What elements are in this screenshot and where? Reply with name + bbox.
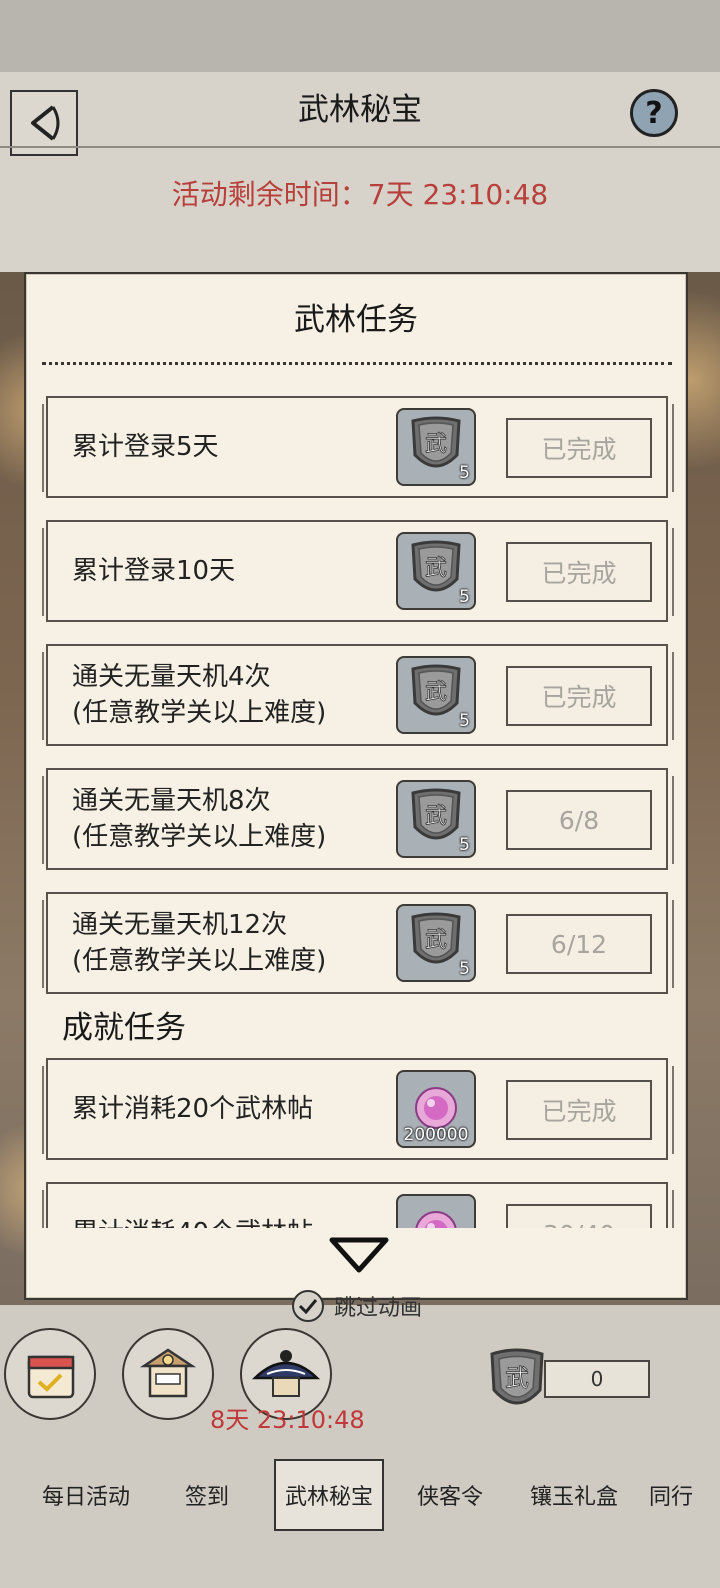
skip-animation-toggle[interactable]: 跳过动画 [292, 1290, 422, 1322]
task-row: 通关无量天机12次 (任意教学关以上难度) 武 5 6/12 [42, 892, 674, 994]
calendar-button[interactable] [4, 1328, 96, 1420]
task-description: 通关无量天机12次 (任意教学关以上难度) [72, 894, 326, 992]
tab-sign-in[interactable]: 签到 [152, 1459, 262, 1531]
task-description: 累计登录10天 [72, 522, 235, 620]
shop-button[interactable] [122, 1328, 214, 1420]
top-status-area [0, 0, 720, 72]
task-row: 累计消耗20个武林帖 200000 已完成 [42, 1058, 674, 1160]
reward-item[interactable]: 武 5 [396, 656, 476, 734]
task-panel: 武林任务 累计登录5天 武 5 已完成 累计登录10天 武 5 已完成 通关无量… [24, 272, 688, 1300]
task-line2: (任意教学关以上难度) [72, 822, 327, 852]
svg-text:武: 武 [425, 927, 447, 952]
bottom-tab-bar: 每日活动 签到 武林秘宝 侠客令 镶玉礼盒 同行 [0, 1437, 720, 1588]
task-description: 累计登录5天 [72, 398, 219, 496]
event-countdown: 活动剩余时间：7天 23:10:48 [171, 178, 549, 211]
task-status-button[interactable]: 已完成 [506, 1080, 652, 1140]
reward-count: 200000 [403, 1125, 469, 1145]
task-description: 通关无量天机8次 (任意教学关以上难度) [72, 770, 326, 868]
task-line2: (任意教学关以上难度) [72, 946, 327, 976]
task-description: 通关无量天机4次 (任意教学关以上难度) [72, 646, 326, 744]
shop-timer: 8天 23:10:48 [210, 1406, 365, 1434]
svg-text:武: 武 [425, 803, 447, 828]
task-row: 通关无量天机8次 (任意教学关以上难度) 武 5 6/8 [42, 768, 674, 870]
calendar-icon [27, 1355, 75, 1399]
svg-text:武: 武 [425, 679, 447, 704]
wu-shield-icon: 武 [411, 540, 461, 592]
reward-count: 5 [459, 835, 470, 855]
task-line1: 累计登录10天 [72, 556, 236, 586]
task-description: 累计消耗20个武林帖 [72, 1060, 313, 1158]
task-line1: 通关无量天机8次 [72, 786, 271, 816]
task-line1: 累计登录5天 [72, 432, 219, 462]
reward-item[interactable]: 武 5 [396, 408, 476, 486]
pink-orb-icon [415, 1211, 457, 1228]
task-status-button[interactable]: 已完成 [506, 666, 652, 726]
reward-count: 5 [459, 711, 470, 731]
reward-item[interactable]: 武 5 [396, 532, 476, 610]
task-progress[interactable]: 6/12 [506, 914, 652, 974]
tab-jade-gift-box[interactable]: 镶玉礼盒 [516, 1459, 632, 1531]
tab-xiake-token[interactable]: 侠客令 [394, 1459, 506, 1531]
dotted-divider [42, 362, 672, 365]
task-line1: 累计消耗20个武林帖 [72, 1094, 314, 1124]
tab-companion[interactable]: 同行 [636, 1459, 706, 1531]
help-button[interactable]: ? [630, 89, 678, 137]
task-description: 累计消耗40个武林帖 [72, 1184, 313, 1228]
svg-text:武: 武 [425, 431, 447, 456]
wu-shield-icon: 武 [411, 912, 461, 964]
task-status-button[interactable]: 已完成 [506, 542, 652, 602]
section-title: 成就任务 [62, 1010, 186, 1046]
tab-wulin-treasure[interactable]: 武林秘宝 [274, 1459, 384, 1531]
task-line2: (任意教学关以上难度) [72, 698, 327, 728]
task-progress[interactable]: 30/40 [506, 1204, 652, 1228]
wu-shield-icon: 武 [411, 788, 461, 840]
reward-item[interactable]: 200000 [396, 1070, 476, 1148]
task-line1: 累计消耗40个武林帖 [72, 1215, 313, 1228]
panel-title: 武林任务 [294, 302, 418, 338]
task-status-button[interactable]: 已完成 [506, 418, 652, 478]
reward-item[interactable] [396, 1194, 476, 1228]
task-row: 通关无量天机4次 (任意教学关以上难度) 武 5 已完成 [42, 644, 674, 746]
tab-daily-activity[interactable]: 每日活动 [20, 1459, 152, 1531]
svg-text:武: 武 [425, 555, 447, 580]
skip-animation-label: 跳过动画 [334, 1296, 423, 1321]
reward-count: 5 [459, 463, 470, 483]
task-row: 累计消耗40个武林帖 30/40 [42, 1182, 674, 1228]
task-line1: 通关无量天机4次 [72, 662, 271, 692]
header-divider [0, 146, 720, 148]
reward-count: 5 [459, 587, 470, 607]
swordsman-hat-icon [251, 1350, 321, 1397]
task-progress[interactable]: 6/8 [506, 790, 652, 850]
wu-shield-icon: 武 [411, 416, 461, 468]
reward-item[interactable]: 武 5 [396, 780, 476, 858]
wu-shield-icon: 武 [490, 1348, 544, 1405]
page-title: 武林秘宝 [298, 92, 422, 128]
checkmark-icon[interactable] [292, 1290, 324, 1322]
svg-text:武: 武 [505, 1365, 529, 1392]
task-row: 累计登录5天 武 5 已完成 [42, 396, 674, 498]
task-row: 累计登录10天 武 5 已完成 [42, 520, 674, 622]
reward-item[interactable]: 武 5 [396, 904, 476, 982]
reward-count: 5 [459, 959, 470, 979]
token-count: 0 [544, 1360, 650, 1398]
wu-shield-icon: 武 [411, 664, 461, 716]
task-line1: 通关无量天机12次 [72, 910, 288, 940]
help-icon: ? [645, 95, 663, 131]
scroll-down-arrow-icon[interactable] [328, 1236, 390, 1276]
task-list[interactable]: 累计登录5天 武 5 已完成 累计登录10天 武 5 已完成 通关无量天机4次 … [26, 382, 686, 1228]
shop-building-icon [139, 1348, 197, 1398]
